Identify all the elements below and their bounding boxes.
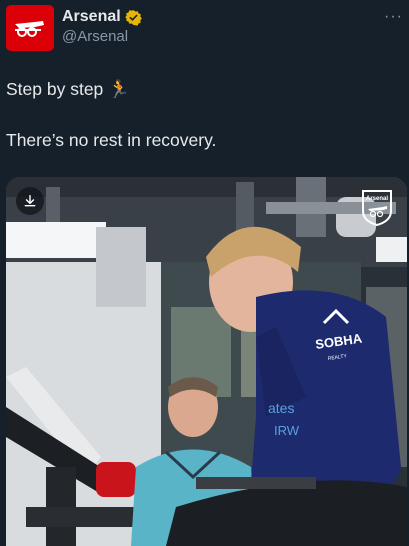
account-name[interactable]: Arsenal	[62, 8, 121, 26]
cannon-icon	[15, 21, 44, 37]
crest-text: Arsenal	[366, 196, 388, 202]
shirt-secondary-text-2: IRW	[274, 423, 300, 438]
gym-scene-image: SOBHA REALTY ates IRW	[6, 177, 407, 546]
arsenal-crest-icon: Arsenal	[362, 190, 392, 227]
shirt-secondary-text: ates	[268, 400, 294, 416]
download-icon[interactable]	[16, 187, 44, 215]
verified-badge-icon	[124, 9, 142, 26]
avatar[interactable]	[6, 5, 54, 51]
tweet-text-line-2: There’s no rest in recovery.	[6, 130, 217, 150]
name-row: Arsenal	[62, 8, 142, 26]
tweet-header: Arsenal @Arsenal ···	[0, 0, 409, 64]
more-horizontal-icon[interactable]: ···	[384, 8, 403, 26]
tweet-media[interactable]: SOBHA REALTY ates IRW Arsenal	[6, 177, 407, 546]
tweet-text-line-1: Step by step 🏃	[6, 79, 130, 99]
account-handle[interactable]: @Arsenal	[62, 28, 128, 45]
